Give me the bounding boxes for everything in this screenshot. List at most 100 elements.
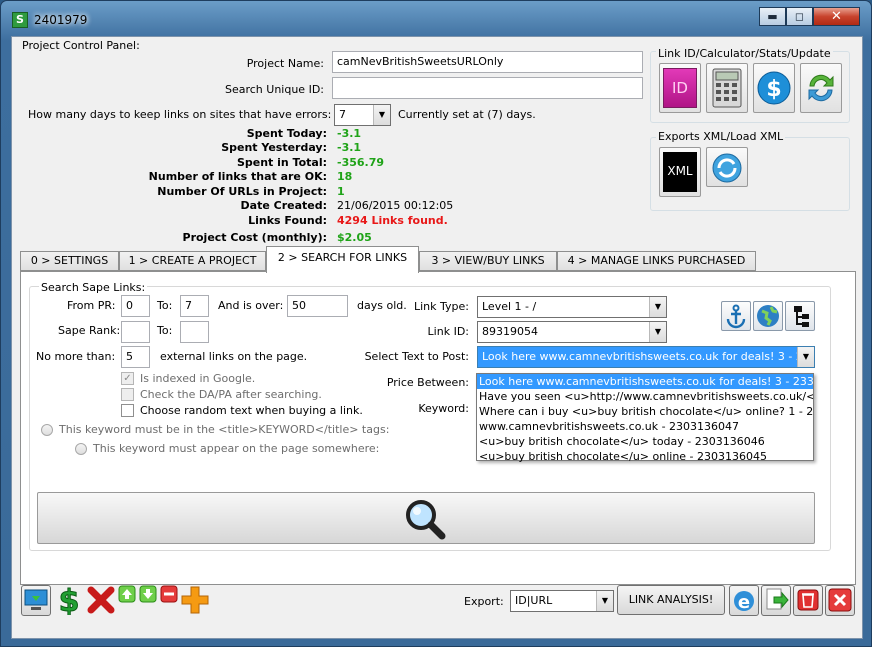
search-button[interactable] [37,492,815,544]
from-pr-input[interactable]: 0 [121,295,150,317]
export-label: Export: [464,595,504,608]
stats-button[interactable]: $ [753,63,795,113]
link-id-button[interactable]: ID [659,63,701,113]
arrow-down-icon [139,585,157,603]
id-icon: ID [663,68,697,108]
tab-view-buy-links[interactable]: 3 > VIEW/BUY LINKS [419,251,557,271]
dropdown-option[interactable]: Look here www.camnevbritishsweets.co.uk … [477,374,813,389]
move-down-button[interactable] [139,585,157,603]
link-id-select[interactable]: 89319054 ▼ [477,321,667,343]
delete-button[interactable] [86,585,116,616]
tab-create-project[interactable]: 1 > CREATE A PROJECT [119,251,266,271]
title-tag-radio[interactable] [41,424,53,436]
browser-button[interactable]: e [729,585,759,616]
calculator-button[interactable] [706,63,748,113]
stat-value: 1 [337,185,345,198]
window-title: 2401979 [34,13,88,27]
select-text-options: Look here www.camnevbritishsweets.co.uk … [476,373,814,464]
stat-value: 21/06/2015 00:12:05 [337,199,454,212]
export-xml-button[interactable]: XML [659,147,701,197]
chevron-down-icon: ▼ [649,297,666,317]
anchor-icon [726,304,746,329]
calculator-icon [712,68,742,108]
stat-label: Number Of URLs in Project: [157,185,327,198]
search-id-input[interactable] [332,77,643,99]
check-da-checkbox[interactable] [121,388,134,401]
dropdown-option[interactable]: <u>buy british chocolate</u> today - 230… [477,434,813,449]
indexed-checkbox[interactable]: ✓ [121,372,134,385]
minimize-button[interactable]: ▬ [759,7,786,26]
globe-icon [757,305,779,327]
days-label: How many days to keep links on sites tha… [28,108,332,121]
sitemap-button[interactable] [785,301,815,331]
globe-button[interactable] [753,301,783,331]
link-analysis-button[interactable]: LINK ANALYSIS! [617,585,725,615]
sape-rank-to-input[interactable] [180,321,209,343]
link-type-select[interactable]: Level 1 - / ▼ [477,296,667,318]
remove-button[interactable] [160,585,178,603]
stat-label: Spent Yesterday: [221,141,327,154]
plus-icon [181,586,209,614]
days-value: 7 [339,108,346,121]
sape-rank-to-label: To: [157,324,173,337]
project-name-label: Project Name: [246,57,324,70]
dropdown-option[interactable]: Have you seen <u>http://www.camnevbritis… [477,389,813,404]
random-text-checkbox[interactable] [121,404,134,417]
dropdown-option[interactable]: www.camnevbritishsweets.co.uk - 23031360… [477,419,813,434]
arrow-up-icon [118,585,136,603]
move-up-button[interactable] [118,585,136,603]
project-name-input[interactable]: camNevBritishSweetsURLOnly [332,51,643,73]
xml-icon: XML [663,152,697,192]
check-da-label: Check the DA/PA after searching. [140,388,322,401]
link-type-label: Link Type: [414,300,469,313]
svg-text:e: e [738,592,750,613]
select-text-dropdown[interactable]: Look here www.camnevbritishsweets.co.uk … [477,346,815,368]
tab-settings[interactable]: 0 > SETTINGS [20,251,119,271]
export-value: ID|URL [515,594,553,607]
client-area: Project Control Panel: Project Name: cam… [11,36,863,639]
export-file-button[interactable] [761,585,791,616]
days-over-input[interactable]: 50 [287,295,348,317]
magnifier-icon [406,500,446,540]
dropdown-option[interactable]: <u>buy british chocolate</u> online - 23… [477,449,813,464]
monitor-button[interactable] [21,585,51,616]
maximize-button[interactable]: ◻ [786,7,813,26]
export-title: Exports XML/Load XML [656,130,786,143]
tab-manage-links[interactable]: 4 > MANAGE LINKS PURCHASED [557,251,756,271]
money-button[interactable]: $ [54,584,84,620]
page-keyword-radio[interactable] [75,443,87,455]
close-button[interactable]: ✕ [813,7,860,26]
panel-title: Project Control Panel: [22,39,140,52]
days-old-label: days old. [357,299,407,312]
chevron-down-icon: ▼ [797,347,814,367]
stat-label: Date Created: [240,199,327,212]
to-pr-input[interactable]: 7 [180,295,209,317]
close-panel-button[interactable] [825,585,855,616]
link-id-label: Link ID: [427,325,469,338]
minus-icon [160,585,178,603]
dropdown-option[interactable]: Where can i buy <u>buy british chocolate… [477,404,813,419]
load-xml-button[interactable] [706,147,748,187]
sape-rank-from-input[interactable] [121,321,150,343]
recycle-button[interactable] [793,585,823,616]
over-label: And is over: [218,299,284,312]
days-select[interactable]: 7 ▼ [334,104,391,126]
add-button[interactable] [180,585,210,616]
select-text-value: Look here www.camnevbritishsweets.co.uk … [482,350,803,363]
to-pr-label: To: [157,299,173,312]
svg-text:$: $ [59,585,80,615]
chevron-down-icon: ▼ [596,591,613,611]
export-select[interactable]: ID|URL ▼ [510,590,614,612]
indexed-label: Is indexed in Google. [140,372,256,385]
search-id-label: Search Unique ID: [224,83,324,96]
no-more-input[interactable]: 5 [121,346,150,368]
from-pr-label: From PR: [67,299,116,312]
stat-value: -356.79 [337,156,385,169]
red-x-icon [87,586,115,614]
tab-search-links[interactable]: 2 > SEARCH FOR LINKS [266,246,419,273]
price-label: Price Between: [386,376,469,389]
update-button[interactable] [800,63,842,113]
search-group-title: Search Sape Links: [39,281,148,294]
title-bar: S 2401979 ▬ ◻ ✕ [1,1,871,37]
anchor-button[interactable] [721,301,751,331]
